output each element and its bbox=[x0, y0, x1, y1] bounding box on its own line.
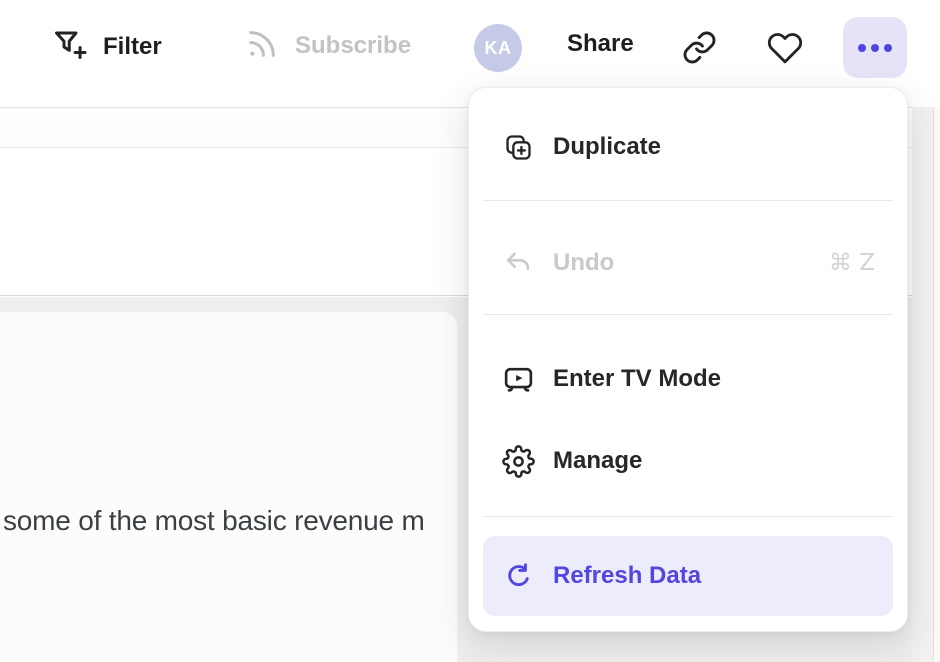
menu-item-refresh-data[interactable]: Refresh Data bbox=[483, 536, 893, 616]
favorite-button[interactable] bbox=[767, 30, 803, 69]
filter-button[interactable]: Filter bbox=[52, 27, 162, 66]
scrollbar-track bbox=[934, 107, 940, 662]
link-icon bbox=[682, 30, 717, 68]
heart-icon bbox=[767, 30, 803, 69]
rss-icon bbox=[245, 27, 279, 64]
menu-item-label: Refresh Data bbox=[553, 562, 701, 590]
more-button[interactable] bbox=[843, 17, 907, 78]
menu-divider bbox=[483, 516, 893, 517]
ellipsis-icon bbox=[858, 44, 866, 52]
keyboard-shortcut: ⌘ Z bbox=[829, 250, 893, 276]
scroll-gutter bbox=[912, 107, 933, 662]
refresh-icon bbox=[501, 561, 535, 592]
undo-icon bbox=[501, 248, 535, 279]
copy-link-button[interactable] bbox=[682, 30, 717, 68]
menu-item-undo: Undo ⌘ Z bbox=[483, 227, 893, 299]
menu-item-label: Duplicate bbox=[553, 133, 661, 161]
gear-icon bbox=[501, 445, 535, 478]
duplicate-icon bbox=[501, 132, 535, 163]
subscribe-label: Subscribe bbox=[295, 32, 411, 60]
tv-mode-icon bbox=[501, 363, 535, 396]
menu-divider bbox=[483, 200, 893, 201]
avatar[interactable]: KA bbox=[474, 24, 522, 72]
share-button[interactable]: Share bbox=[567, 30, 634, 58]
menu-item-enter-tv-mode[interactable]: Enter TV Mode bbox=[483, 343, 893, 415]
menu-item-manage[interactable]: Manage bbox=[483, 425, 893, 497]
content-card: some of the most basic revenue m bbox=[0, 311, 458, 662]
subscribe-button[interactable]: Subscribe bbox=[245, 27, 411, 64]
menu-item-label: Undo bbox=[553, 249, 614, 277]
menu-item-label: Enter TV Mode bbox=[553, 365, 721, 393]
menu-item-label: Manage bbox=[553, 447, 642, 475]
filter-label: Filter bbox=[103, 33, 162, 61]
filter-plus-icon bbox=[52, 27, 88, 66]
body-text: some of the most basic revenue m bbox=[3, 505, 523, 537]
app-root: some of the most basic revenue m Filter bbox=[0, 0, 940, 662]
menu-item-duplicate[interactable]: Duplicate bbox=[483, 111, 893, 183]
menu-divider bbox=[483, 314, 893, 315]
share-label: Share bbox=[567, 30, 634, 58]
context-menu: Duplicate Undo ⌘ Z bbox=[468, 87, 908, 632]
